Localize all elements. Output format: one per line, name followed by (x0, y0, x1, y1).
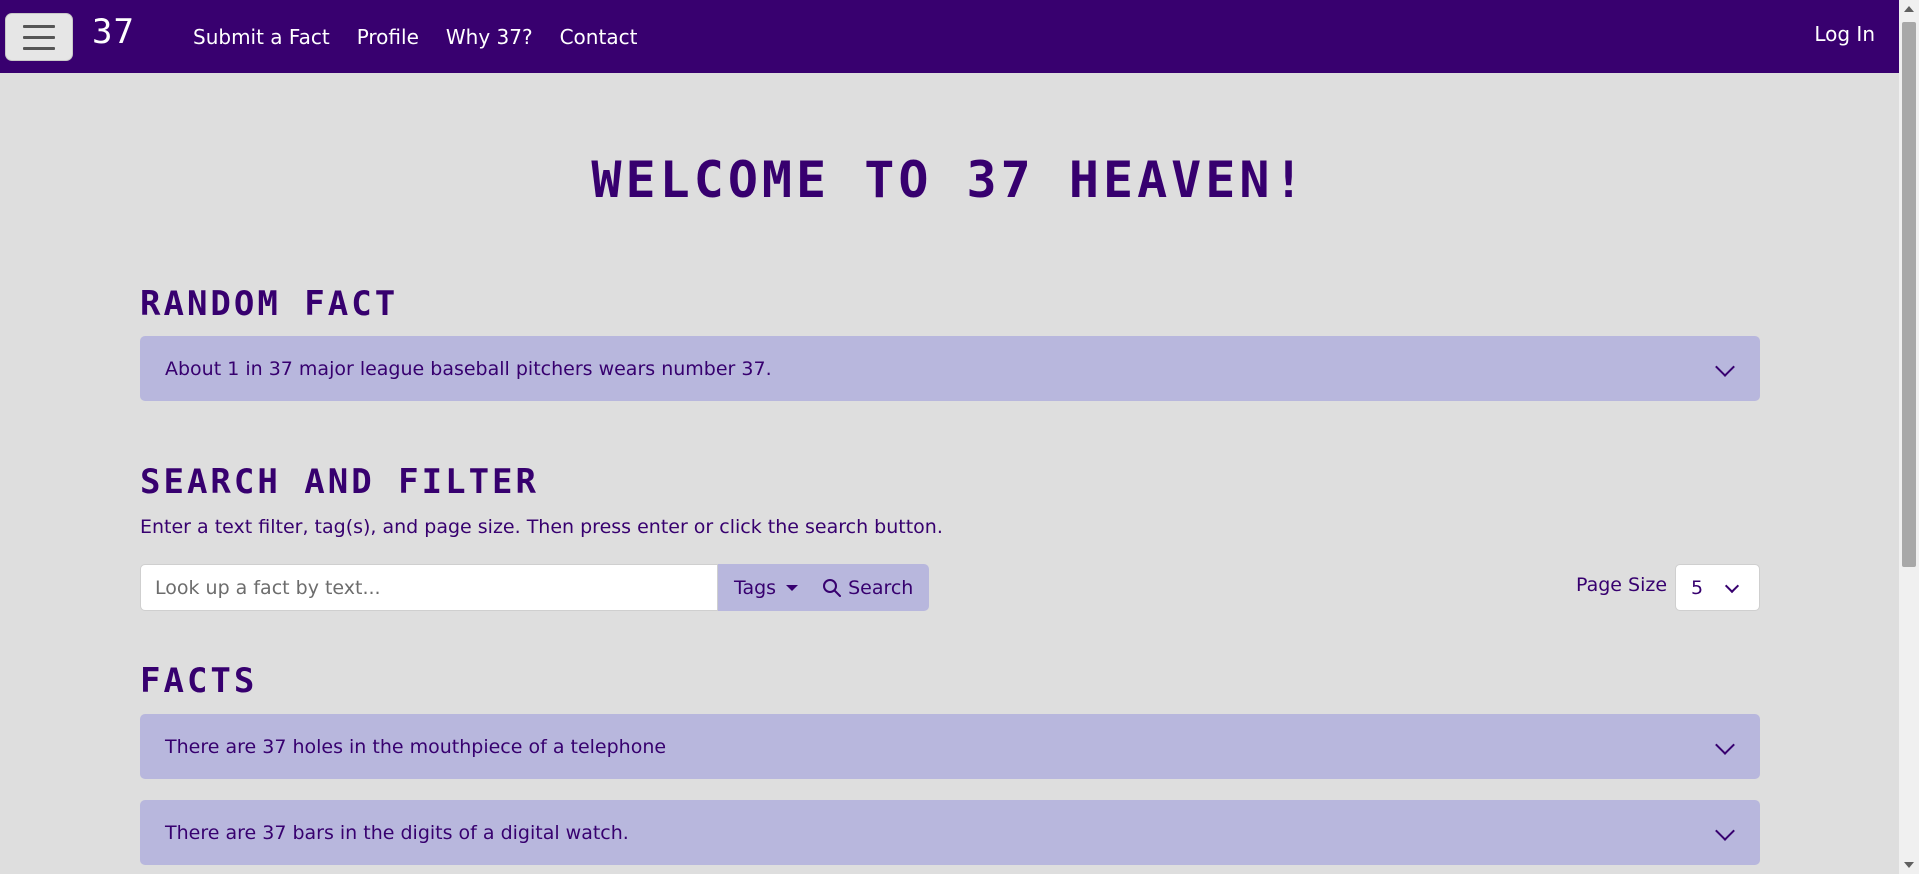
fact-text: There are 37 bars in the digits of a dig… (165, 821, 629, 844)
tags-dropdown-button[interactable]: Tags (718, 564, 813, 611)
page-title: Welcome to 37 Heaven! (591, 151, 1308, 209)
nav-link-contact[interactable]: Contact (560, 25, 638, 49)
random-fact-accordion[interactable]: About 1 in 37 major league baseball pitc… (140, 336, 1760, 401)
search-filter-heading: Search and Filter (140, 462, 539, 502)
page-size-select[interactable]: 5 (1675, 564, 1760, 611)
chevron-down-icon (1715, 821, 1735, 841)
search-button-label: Search (848, 576, 914, 599)
nav-links: Submit a Fact Profile Why 37? Contact (193, 0, 664, 73)
site-logo[interactable]: 37 (92, 14, 135, 50)
login-link[interactable]: Log In (1814, 22, 1875, 46)
search-icon (823, 578, 842, 597)
tags-label: Tags (734, 576, 777, 599)
fact-accordion-item[interactable]: There are 37 bars in the digits of a dig… (140, 800, 1760, 865)
fact-text: There are 37 holes in the mouthpiece of … (165, 735, 667, 758)
page-scrollbar[interactable] (1899, 0, 1919, 874)
random-fact-text: About 1 in 37 major league baseball pitc… (165, 357, 772, 380)
hamburger-menu-button[interactable] (5, 13, 73, 61)
menu-bar-icon (23, 46, 55, 50)
scroll-up-icon[interactable] (1904, 6, 1914, 12)
chevron-down-icon (1715, 735, 1735, 755)
search-instructions: Enter a text filter, tag(s), and page si… (140, 516, 943, 538)
menu-bar-icon (23, 24, 55, 28)
nav-link-submit-fact[interactable]: Submit a Fact (193, 25, 330, 49)
menu-bar-icon (23, 35, 55, 39)
fact-accordion-item[interactable]: There are 37 holes in the mouthpiece of … (140, 714, 1760, 779)
nav-link-why-37[interactable]: Why 37? (446, 25, 533, 49)
page-size-label: Page Size (1576, 574, 1668, 596)
search-bar: Tags Search (140, 564, 930, 611)
caret-down-icon (786, 584, 799, 591)
scroll-down-icon[interactable] (1904, 862, 1914, 868)
top-navbar: 37 Submit a Fact Profile Why 37? Contact… (0, 0, 1899, 73)
search-button[interactable]: Search (812, 564, 930, 611)
chevron-down-icon (1724, 578, 1740, 594)
chevron-down-icon (1715, 357, 1735, 377)
search-input[interactable] (140, 564, 718, 611)
facts-heading: Facts (140, 661, 258, 701)
scrollbar-thumb[interactable] (1902, 22, 1916, 567)
nav-link-profile[interactable]: Profile (357, 25, 419, 49)
page-size-value: 5 (1691, 576, 1704, 599)
random-fact-heading: Random Fact (140, 284, 399, 324)
